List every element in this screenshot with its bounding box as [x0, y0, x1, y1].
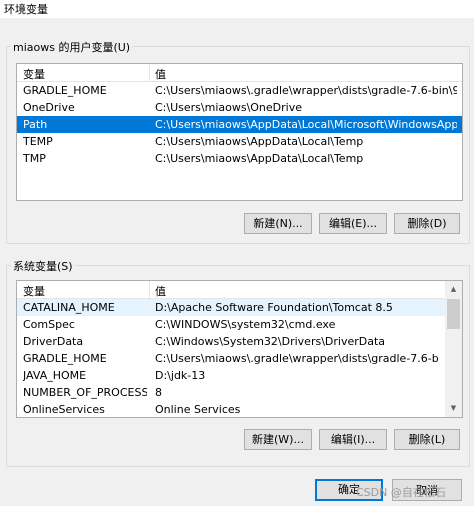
table-row[interactable]: OneDrive C:\Users\miaows\OneDrive: [17, 99, 462, 116]
system-vars-list[interactable]: 变量 值 CATALINA_HOME D:\Apache Software Fou…: [16, 280, 463, 418]
variable-name: Path: [23, 118, 48, 131]
table-row[interactable]: ComSpec C:\WINDOWS\system32\cmd.exe: [17, 316, 462, 333]
column-header-variable[interactable]: 变量: [23, 283, 45, 299]
variable-name: GRADLE_HOME: [23, 84, 107, 97]
scroll-thumb[interactable]: [447, 299, 460, 329]
scroll-up-arrow-icon[interactable]: ▲: [445, 281, 462, 298]
variable-value: D:\Apache Software Foundation\Tomcat 8.5: [155, 301, 393, 314]
user-vars-list[interactable]: 变量 值 GRADLE_HOME C:\Users\miaows\.gradle\…: [16, 63, 463, 201]
table-row[interactable]: TEMP C:\Users\miaows\AppData\Local\Temp: [17, 133, 462, 150]
variable-value: C:\Users\miaows\AppData\Local\Microsoft\…: [155, 118, 457, 131]
user-delete-button[interactable]: 删除(D): [394, 213, 460, 234]
variable-name: CATALINA_HOME: [23, 301, 115, 314]
variable-name: GRADLE_HOME: [23, 352, 107, 365]
variable-name: TEMP: [23, 135, 53, 148]
system-delete-button[interactable]: 删除(L): [394, 429, 460, 450]
variable-name: DriverData: [23, 335, 84, 348]
variable-value: C:\Users\miaows\.gradle\wrapper\dists\gr…: [155, 352, 438, 365]
variable-value: Online Services: [155, 403, 241, 416]
system-edit-button[interactable]: 编辑(I)...: [319, 429, 387, 450]
column-header-value[interactable]: 值: [155, 283, 166, 299]
table-row[interactable]: JAVA_HOME D:\jdk-13: [17, 367, 462, 384]
table-row[interactable]: GRADLE_HOME C:\Users\miaows\.gradle\wrapp…: [17, 350, 462, 367]
watermark: CSDN @自在松石: [356, 486, 446, 499]
column-separator[interactable]: [149, 281, 150, 298]
table-row[interactable]: Path C:\Users\miaows\AppData\Local\Micros…: [17, 116, 462, 133]
variable-name: TMP: [23, 152, 46, 165]
title-bar: 环境变量: [0, 0, 474, 18]
column-header-variable[interactable]: 变量: [23, 66, 45, 82]
table-row[interactable]: NUMBER_OF_PROCESSORS 8: [17, 384, 462, 401]
system-vars-label: 系统变量(S): [11, 258, 75, 274]
window-title: 环境变量: [4, 3, 48, 16]
user-edit-button[interactable]: 编辑(E)...: [319, 213, 387, 234]
user-vars-header: 变量 值: [17, 64, 462, 82]
variable-value: C:\Users\miaows\.gradle\wrapper\dists\gr…: [155, 84, 457, 97]
user-new-button[interactable]: 新建(N)...: [244, 213, 312, 234]
variable-value: D:\jdk-13: [155, 369, 206, 382]
table-row[interactable]: GRADLE_HOME C:\Users\miaows\.gradle\wrapp…: [17, 82, 462, 99]
scroll-down-arrow-icon[interactable]: ▼: [445, 400, 462, 417]
table-row[interactable]: TMP C:\Users\miaows\AppData\Local\Temp: [17, 150, 462, 167]
column-separator[interactable]: [149, 64, 150, 81]
table-row[interactable]: DriverData C:\Windows\System32\Drivers\Dr…: [17, 333, 462, 350]
system-vars-scrollbar[interactable]: ▲ ▼: [445, 281, 462, 417]
variable-value: 8: [155, 386, 162, 399]
system-new-button[interactable]: 新建(W)...: [244, 429, 312, 450]
variable-name: OneDrive: [23, 101, 75, 114]
variable-value: C:\Users\miaows\AppData\Local\Temp: [155, 135, 364, 148]
variable-name: OnlineServices: [23, 403, 105, 416]
variable-value: C:\Windows\System32\Drivers\DriverData: [155, 335, 386, 348]
variable-value: C:\WINDOWS\system32\cmd.exe: [155, 318, 336, 331]
column-header-value[interactable]: 值: [155, 66, 166, 82]
user-vars-label: miaows 的用户变量(U): [11, 39, 133, 55]
variable-name: JAVA_HOME: [23, 369, 87, 382]
variable-name: ComSpec: [23, 318, 75, 331]
table-row[interactable]: OnlineServices Online Services: [17, 401, 462, 417]
variable-value: C:\Users\miaows\AppData\Local\Temp: [155, 152, 364, 165]
table-row[interactable]: CATALINA_HOME D:\Apache Software Foundati…: [17, 299, 462, 316]
variable-value: C:\Users\miaows\OneDrive: [155, 101, 303, 114]
variable-name: NUMBER_OF_PROCESSORS: [23, 386, 147, 399]
system-vars-header: 变量 值: [17, 281, 462, 299]
